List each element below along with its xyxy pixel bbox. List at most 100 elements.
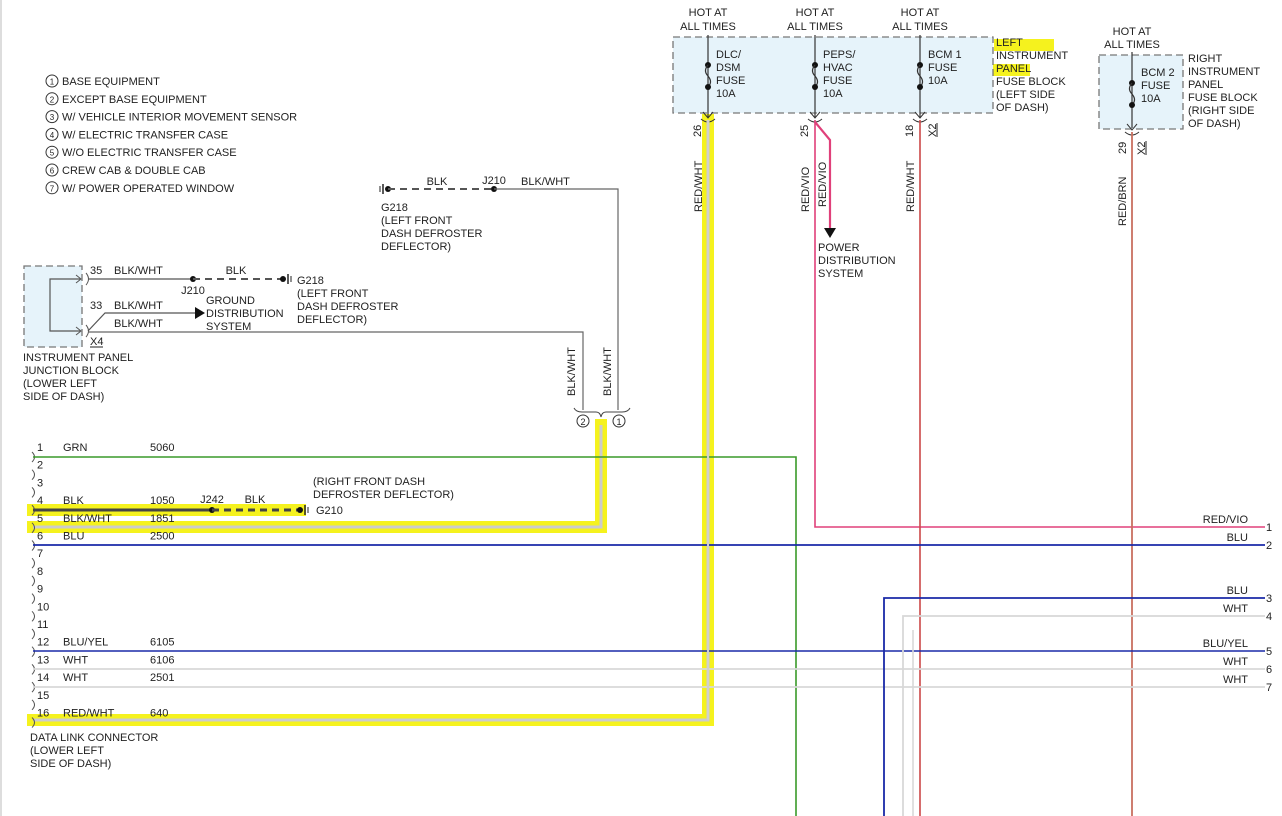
wire-label: RED/WHT <box>905 160 917 212</box>
dlc-label: (LOWER LEFT <box>30 745 104 757</box>
fuse-label: FUSE <box>1141 80 1170 92</box>
dlc-pin-number: 15 <box>37 690 49 702</box>
fuse-block-label: OF DASH) <box>996 102 1049 114</box>
dlc-circuit-number: 2500 <box>150 531 174 543</box>
output-number: 3 <box>1266 593 1272 605</box>
dlc-pin-number: 8 <box>37 566 43 578</box>
option-number: 2 <box>580 417 585 427</box>
dlc-wire-color: WHT <box>63 654 88 666</box>
legend-text: EXCEPT BASE EQUIPMENT <box>62 94 207 106</box>
junction-block-label: SIDE OF DASH) <box>23 391 104 403</box>
fuse-terminal <box>812 84 818 90</box>
dlc-pin-number: 6 <box>37 531 43 543</box>
dlc-wire-color: WHT <box>63 672 88 684</box>
fuse-label: 10A <box>928 75 948 87</box>
dlc-pin-number: 5 <box>37 513 43 525</box>
legend-number: 1 <box>50 78 55 87</box>
fuse-label: FUSE <box>716 75 745 87</box>
dlc-pin-number: 12 <box>37 637 49 649</box>
wire-label: BLK/WHT <box>114 265 163 277</box>
fuse-block-label: PANEL <box>996 63 1031 75</box>
pin-number: 33 <box>90 300 102 312</box>
fuse-block-label: (LEFT SIDE <box>996 89 1055 101</box>
dlc-circuit-number: 1851 <box>150 513 174 525</box>
wire-label: RED/WHT <box>693 160 705 212</box>
fuse-terminal <box>705 84 711 90</box>
ground-distribution-label: SYSTEM <box>206 321 251 333</box>
wire-label: BLK/WHT <box>602 347 614 396</box>
ground-label: (LEFT FRONT <box>381 215 453 227</box>
fuse-label: 10A <box>823 88 843 100</box>
fuse-label: BCM 2 <box>1141 67 1175 79</box>
dlc-wire-color: BLU/YEL <box>63 637 108 649</box>
ground-label: (LEFT FRONT <box>297 288 369 300</box>
ground-label: G210 <box>316 505 343 517</box>
junction-block-label: INSTRUMENT PANEL <box>23 352 133 364</box>
dlc-pin-number: 4 <box>37 495 43 507</box>
fuse-label: BCM 1 <box>928 49 962 61</box>
hot-at-label: ALL TIMES <box>1104 39 1160 51</box>
output-wire-label: WHT <box>1223 656 1248 668</box>
ground-label: DASH DEFROSTER <box>297 301 399 313</box>
connector-label: X4 <box>90 336 103 348</box>
fuse-block-label: RIGHT <box>1188 53 1223 65</box>
dlc-pin-number: 10 <box>37 601 49 613</box>
ground-dot <box>297 507 303 513</box>
ground-label: DEFROSTER DEFLECTOR) <box>313 489 454 501</box>
pin-number: 26 <box>692 125 704 137</box>
legend-text: W/ POWER OPERATED WINDOW <box>62 183 235 195</box>
fuse-label: HVAC <box>823 62 853 74</box>
splice-label: J210 <box>482 175 506 187</box>
wire-label: BLK/WHT <box>566 347 578 396</box>
ground-label: (RIGHT FRONT DASH <box>313 476 425 488</box>
power-distribution-label: SYSTEM <box>818 268 863 280</box>
dlc-pin-number: 1 <box>37 442 43 454</box>
wire-label: RED/BRN <box>1117 176 1129 226</box>
hot-at-label: ALL TIMES <box>787 21 843 33</box>
output-wire-label: RED/VIO <box>1203 514 1249 526</box>
legend-number: 6 <box>50 167 55 176</box>
dlc-wire-color: BLK/WHT <box>63 513 112 525</box>
dlc-wire-color: BLU <box>63 531 84 543</box>
hot-at-label: HOT AT <box>689 7 728 19</box>
power-distribution-label: POWER <box>818 242 860 254</box>
dlc-pin-number: 3 <box>37 477 43 489</box>
legend-text: W/ VEHICLE INTERIOR MOVEMENT SENSOR <box>62 112 297 124</box>
legend-number: 2 <box>50 95 55 104</box>
wiring-diagram: 1 BASE EQUIPMENT 2 EXCEPT BASE EQUIPMENT 3 W/… <box>0 0 1282 816</box>
output-wire-label: BLU <box>1227 532 1248 544</box>
hot-at-label: HOT AT <box>796 7 835 19</box>
dlc-pin-number: 14 <box>37 672 49 684</box>
pin-number: 18 <box>904 125 916 137</box>
ground-label: G218 <box>297 275 324 287</box>
pin-number: 29 <box>1117 142 1129 154</box>
junction-block-label: JUNCTION BLOCK <box>23 365 120 377</box>
legend-number: 5 <box>50 149 55 158</box>
dlc-label: DATA LINK CONNECTOR <box>30 732 158 744</box>
dlc-circuit-number: 5060 <box>150 442 174 454</box>
dlc-circuit-number: 6106 <box>150 654 174 666</box>
hot-at-label: ALL TIMES <box>892 21 948 33</box>
fuse-label: DSM <box>716 62 740 74</box>
fuse-label: 10A <box>1141 93 1161 105</box>
fuse-block-label: FUSE BLOCK <box>996 76 1066 88</box>
output-wire-label: WHT <box>1223 674 1248 686</box>
wire-label: BLK <box>245 494 266 506</box>
fuse-label: DLC/ <box>716 49 742 61</box>
fuse-block-label: PANEL <box>1188 79 1223 91</box>
ground-label: DEFLECTOR) <box>381 241 451 253</box>
fuse-block-label: OF DASH) <box>1188 118 1241 130</box>
fuse-label: FUSE <box>928 62 957 74</box>
wire-label: BLK <box>427 176 448 188</box>
output-number: 5 <box>1266 646 1272 658</box>
ground-label: DASH DEFROSTER <box>381 228 483 240</box>
output-number: 6 <box>1266 664 1272 676</box>
legend-text: CREW CAB & DOUBLE CAB <box>62 165 206 177</box>
fuse-terminal <box>917 84 923 90</box>
fuse-block-label: INSTRUMENT <box>996 50 1068 62</box>
ground-distribution-label: DISTRIBUTION <box>206 308 284 320</box>
legend-number: 3 <box>50 113 55 122</box>
fuse-terminal <box>1129 102 1135 108</box>
legend-number: 7 <box>50 184 55 193</box>
legend-text: W/ ELECTRIC TRANSFER CASE <box>62 129 228 141</box>
